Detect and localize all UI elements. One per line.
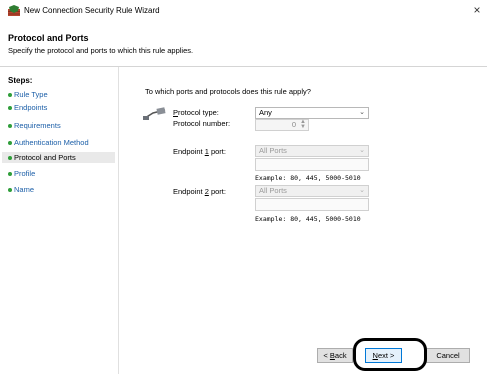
back-button[interactable]: < Back: [317, 348, 353, 363]
endpoint1-example: Example: 80, 445, 5000-5010: [255, 174, 361, 182]
steps-sidebar: Steps: Rule Type Endpoints Requirements …: [0, 67, 117, 374]
protocol-type-label: Protocol type:: [173, 108, 219, 117]
step-label: Endpoints: [14, 103, 48, 112]
endpoint2-port-list[interactable]: [255, 198, 369, 211]
step-label: Requirements: [14, 121, 61, 130]
step-bullet-icon: [8, 141, 12, 145]
cancel-button[interactable]: Cancel: [426, 348, 470, 363]
protocol-type-select[interactable]: Any ⌄: [255, 107, 369, 119]
endpoint1-port-list[interactable]: [255, 158, 369, 171]
step-profile[interactable]: Profile: [2, 168, 115, 179]
protocol-number-label: Protocol number:: [173, 119, 231, 128]
endpoint2-example: Example: 80, 445, 5000-5010: [255, 215, 361, 223]
window-title: New Connection Security Rule Wizard: [24, 6, 160, 15]
step-label: Profile: [14, 169, 36, 178]
steps-title: Steps:: [8, 76, 33, 85]
step-bullet-icon: [8, 106, 12, 110]
step-authentication-method[interactable]: Authentication Method: [2, 137, 115, 148]
page-title: Protocol and Ports: [8, 33, 89, 43]
step-bullet-icon: [8, 124, 12, 128]
endpoint2-port-label: Endpoint 2 port:: [173, 187, 226, 196]
step-bullet-icon: [8, 172, 12, 176]
step-rule-type[interactable]: Rule Type: [2, 89, 115, 100]
protocol-type-value: Any: [259, 108, 272, 117]
protocol-number-stepper[interactable]: 0 ▲ ▼: [255, 119, 309, 131]
step-name[interactable]: Name: [2, 184, 115, 195]
page-header: Protocol and Ports Specify the protocol …: [0, 22, 487, 62]
wizard-window: New Connection Security Rule Wizard × Pr…: [0, 0, 487, 374]
endpoint1-port-label: Endpoint 1 port:: [173, 147, 226, 156]
step-bullet-icon: [8, 188, 12, 192]
firewall-shield-icon: [8, 5, 20, 16]
rule-question: To which ports and protocols does this r…: [145, 87, 311, 96]
step-protocol-and-ports[interactable]: Protocol and Ports: [2, 152, 115, 163]
protocol-number-value: 0: [291, 120, 296, 129]
next-button-highlight: [353, 338, 427, 371]
chevron-down-icon: ⌄: [359, 187, 365, 194]
page-subtitle: Specify the protocol and ports to which …: [8, 46, 194, 55]
chevron-down-icon: ⌄: [359, 109, 365, 116]
step-label: Rule Type: [14, 90, 48, 99]
close-icon[interactable]: ×: [470, 3, 484, 17]
step-endpoints[interactable]: Endpoints: [2, 102, 115, 113]
main-content: To which ports and protocols does this r…: [119, 67, 487, 374]
step-label: Authentication Method: [14, 138, 89, 147]
spin-arrows-icon: ▲ ▼: [300, 119, 306, 130]
endpoint2-port-select[interactable]: All Ports ⌄: [255, 185, 369, 197]
network-cable-icon: [143, 107, 166, 120]
title-bar: New Connection Security Rule Wizard ×: [0, 0, 487, 22]
endpoint1-port-select[interactable]: All Ports ⌄: [255, 145, 369, 157]
step-bullet-icon: [8, 93, 12, 97]
step-requirements[interactable]: Requirements: [2, 120, 115, 131]
step-label: Protocol and Ports: [14, 153, 76, 162]
chevron-down-icon: ⌄: [359, 147, 365, 154]
step-label: Name: [14, 185, 35, 194]
endpoint1-port-value: All Ports: [259, 146, 287, 155]
step-bullet-icon: [8, 156, 12, 160]
endpoint2-port-value: All Ports: [259, 186, 287, 195]
